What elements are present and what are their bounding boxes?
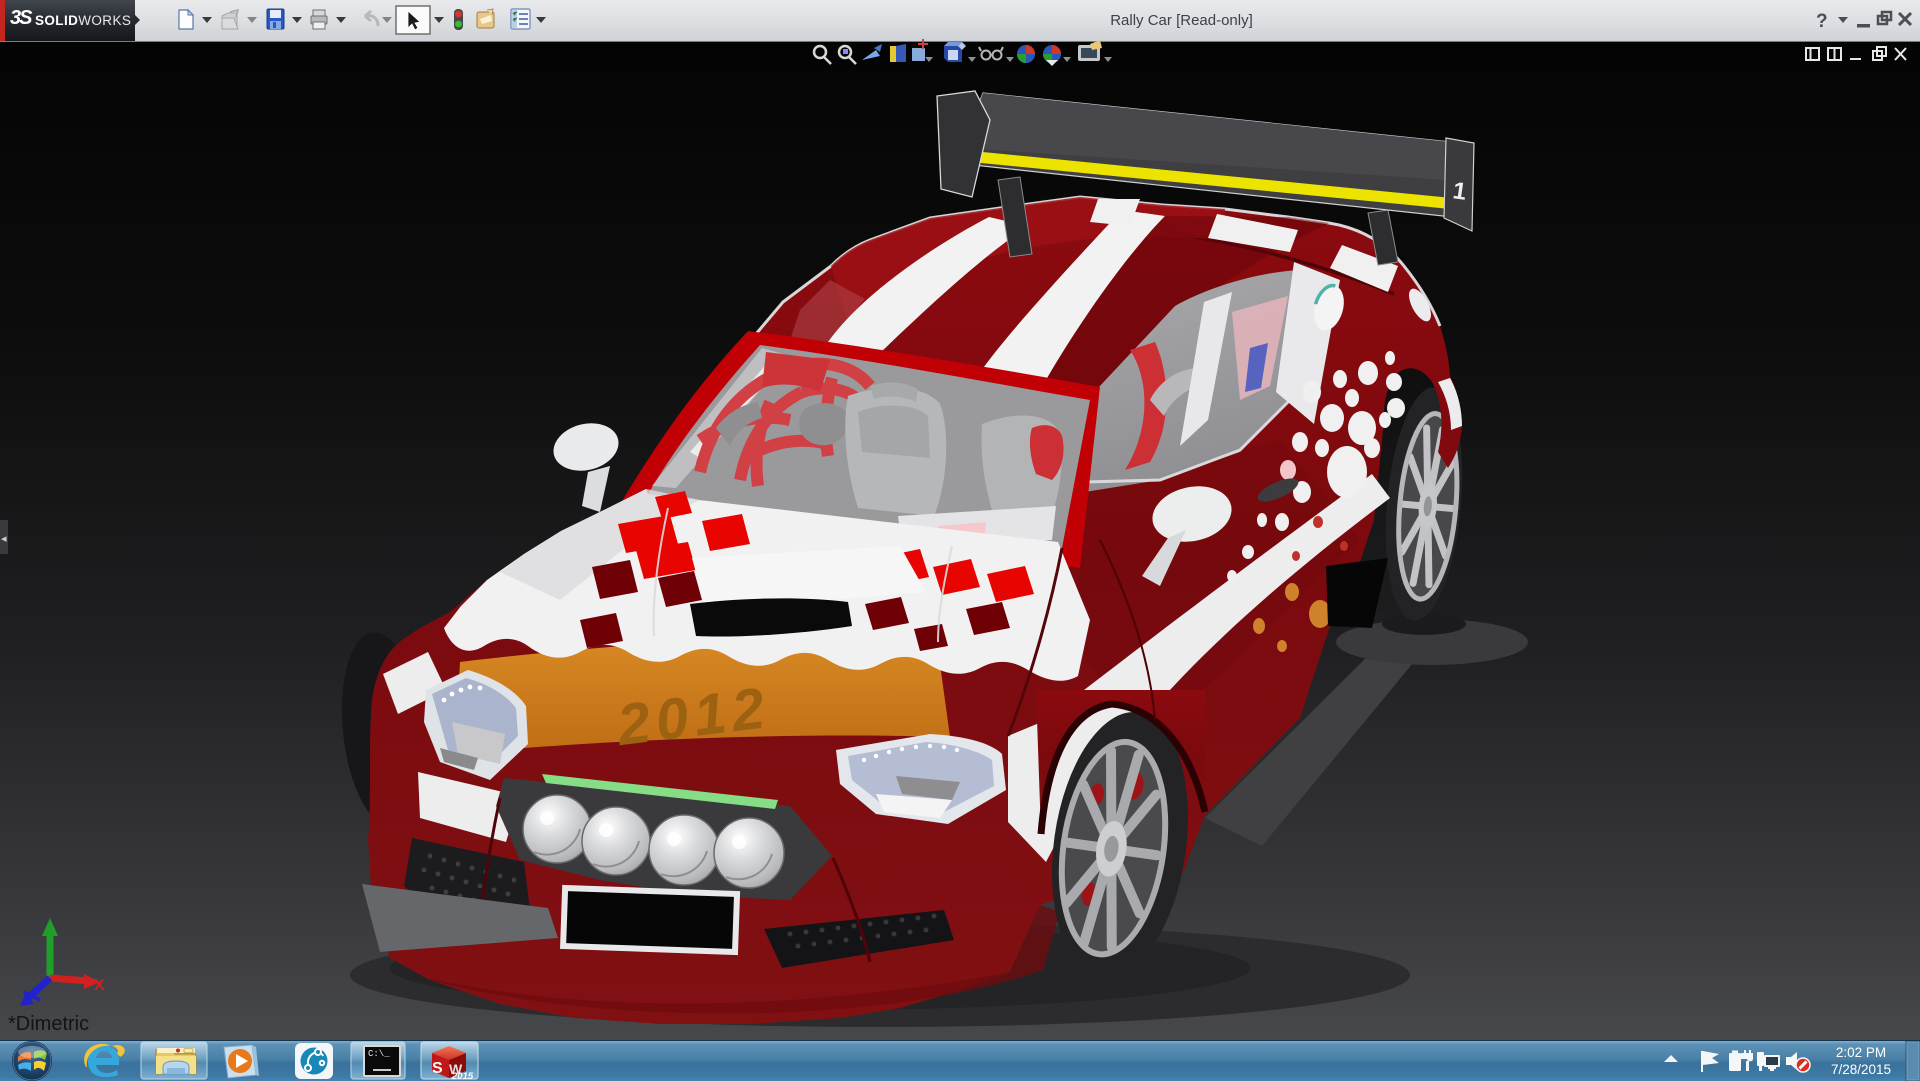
svg-text:◂: ◂ <box>1 533 7 545</box>
svg-text:S: S <box>432 1060 443 1077</box>
svg-text:2:02 PM: 2:02 PM <box>1836 1045 1886 1060</box>
svg-text:7/28/2015: 7/28/2015 <box>1831 1062 1891 1077</box>
svg-text:?: ? <box>1816 11 1828 32</box>
svg-text:C:\_: C:\_ <box>368 1049 390 1059</box>
svg-text:X: X <box>94 977 105 994</box>
svg-text:*Dimetric: *Dimetric <box>8 1013 89 1035</box>
